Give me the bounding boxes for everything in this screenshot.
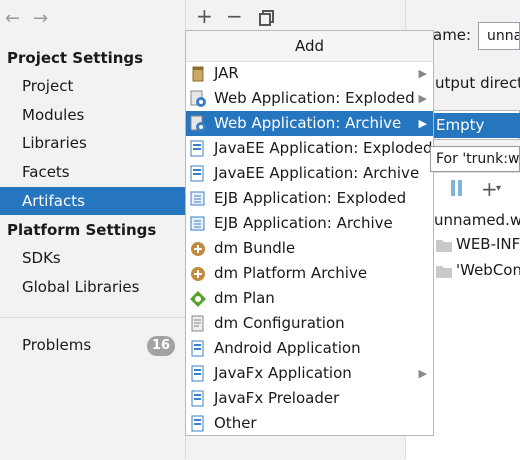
minus-icon[interactable]: − [226, 4, 243, 28]
sidebar-item-project[interactable]: Project [0, 72, 185, 100]
javafx-preloader-icon [189, 390, 207, 408]
sidebar: ← → Project Settings Project Modules Lib… [0, 0, 185, 459]
popup-item[interactable]: dm Bundle [186, 236, 433, 261]
popup-item-label: JAR [214, 64, 239, 82]
dm-config-icon [189, 315, 207, 333]
web-exploded-icon [189, 90, 207, 108]
popup-item-label: dm Plan [214, 289, 275, 307]
popup-item-label: Web Application: Exploded [214, 89, 415, 107]
popup-title: Add [186, 31, 433, 62]
popup-item-label: JavaEE Application: Exploded [214, 139, 433, 157]
popup-item[interactable]: JavaEE Application: Exploded [186, 136, 433, 161]
dm-platform-icon [189, 265, 207, 283]
chevron-right-icon: ▶ [418, 67, 427, 80]
name-field[interactable]: unna [478, 22, 520, 50]
jar-icon [189, 65, 207, 83]
sidebar-item-artifacts[interactable]: Artifacts [0, 187, 185, 215]
sidebar-item-modules[interactable]: Modules [0, 101, 185, 129]
popup-item-label: Web Application: Archive [214, 114, 402, 132]
popup-item-label: JavaEE Application: Archive [214, 164, 420, 182]
folder-icon [436, 238, 452, 256]
platform-settings-heading: Platform Settings [7, 221, 157, 239]
popup-item[interactable]: EJB Application: Exploded [186, 186, 433, 211]
popup-item[interactable]: Android Application [186, 336, 433, 361]
popup-item[interactable]: dm Plan [186, 286, 433, 311]
popup-item-label: EJB Application: Archive [214, 214, 393, 232]
popup-item[interactable]: JavaFx Application ▶ [186, 361, 433, 386]
popup-item-label: JavaFx Preloader [214, 389, 340, 407]
popup-item-label: Other [214, 414, 257, 432]
popup-item[interactable]: JavaFx Preloader [186, 386, 433, 411]
dm-plan-icon [189, 290, 207, 308]
tree-root[interactable]: unnamed.wa [434, 211, 520, 229]
popup-item[interactable]: Web Application: Archive ▶ [186, 111, 433, 136]
ejb-exploded-icon [189, 190, 207, 208]
name-label: ame: [433, 26, 472, 44]
popup-item-label: dm Platform Archive [214, 264, 368, 282]
popup-item[interactable]: JAR ▶ [186, 61, 433, 86]
ejb-archive-icon [189, 215, 207, 233]
add-artifact-popup: Add JAR ▶ Web Application: Exploded ▶ Web Ap… [185, 30, 434, 436]
popup-item-label: dm Configuration [214, 314, 345, 332]
popup-item[interactable]: Web Application: Exploded ▶ [186, 86, 433, 111]
sidebar-item-libraries[interactable]: Libraries [0, 129, 185, 157]
other-icon [189, 415, 207, 433]
popup-item[interactable]: EJB Application: Archive [186, 211, 433, 236]
android-icon [189, 340, 207, 358]
chevron-down-icon[interactable]: ▾ [496, 183, 501, 194]
chevron-right-icon: ▶ [418, 117, 427, 130]
chevron-right-icon: ▶ [418, 367, 427, 380]
arrow-left-icon[interactable]: ← [5, 8, 20, 29]
sidebar-item-global-libraries[interactable]: Global Libraries [0, 273, 185, 301]
javaee-exploded-icon [189, 140, 207, 158]
javaee-archive-icon [189, 165, 207, 183]
plus-icon[interactable]: + [196, 4, 213, 28]
output-directory-label: utput directo [435, 74, 520, 92]
sidebar-item-sdks[interactable]: SDKs [0, 244, 185, 272]
web-archive-icon [189, 115, 207, 133]
folder-icon [436, 264, 452, 282]
archive-submenu: Empty [433, 110, 520, 140]
tree-item-web-inf[interactable]: WEB-INF [456, 235, 520, 253]
popup-item[interactable]: JavaEE Application: Archive [186, 161, 433, 186]
popup-item[interactable]: dm Platform Archive [186, 261, 433, 286]
popup-item[interactable]: dm Configuration [186, 311, 433, 336]
sidebar-item-facets[interactable]: Facets [0, 158, 185, 186]
project-settings-heading: Project Settings [7, 49, 144, 67]
popup-item-label: dm Bundle [214, 239, 296, 257]
copy-icon[interactable] [259, 7, 275, 31]
popup-item-label: Android Application [214, 339, 361, 357]
sidebar-divider [0, 317, 185, 318]
problems-count-badge: 16 [147, 336, 175, 356]
popup-item[interactable]: Other [186, 411, 433, 436]
popup-item-label: JavaFx Application [214, 364, 352, 382]
submenu-item-empty[interactable]: Empty [434, 113, 520, 138]
bars-icon[interactable] [450, 179, 464, 201]
popup-item-label: EJB Application: Exploded [214, 189, 407, 207]
submenu-tooltip: For 'trunk:w [430, 146, 520, 172]
tree-item-webcon[interactable]: 'WebCon [456, 261, 520, 279]
javafx-app-icon [189, 365, 207, 383]
dm-bundle-icon [189, 240, 207, 258]
arrow-right-icon[interactable]: → [33, 8, 48, 29]
chevron-right-icon: ▶ [418, 92, 427, 105]
